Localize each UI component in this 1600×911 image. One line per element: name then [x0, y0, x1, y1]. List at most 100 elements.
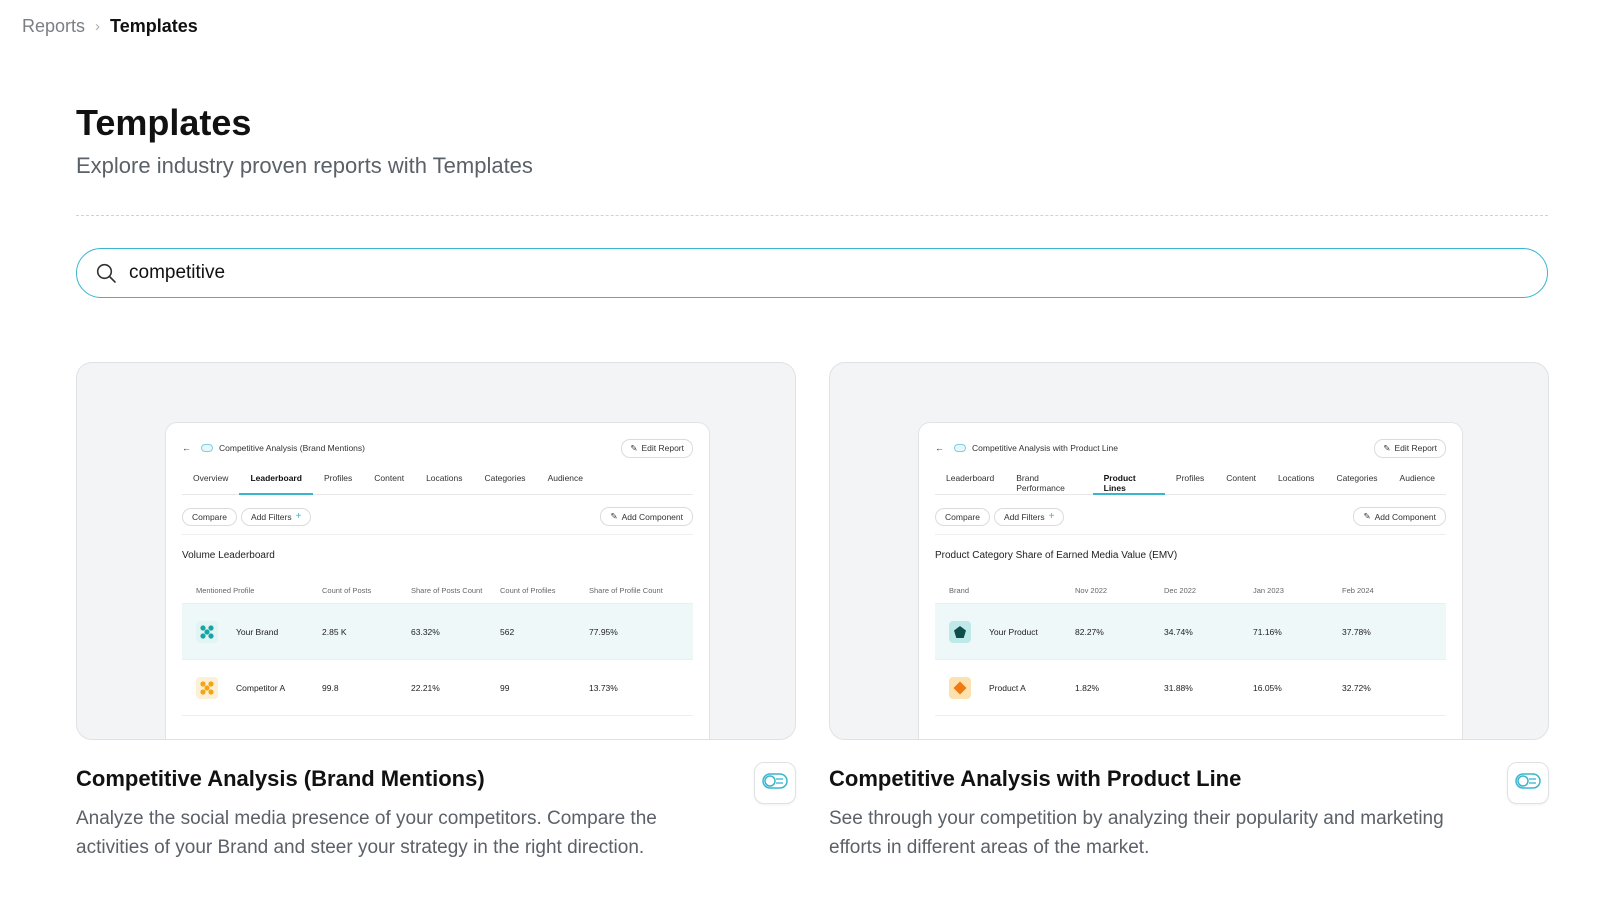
column-header: Mentioned Profile — [196, 586, 255, 595]
pencil-icon: ✎ — [610, 511, 618, 521]
preview-tab[interactable]: Content — [363, 469, 415, 495]
preview-tab[interactable]: Brand Performance — [1005, 469, 1092, 495]
preview-tab[interactable]: Profiles — [1165, 469, 1215, 495]
preview-tab[interactable]: Locations — [1267, 469, 1325, 495]
preview-tab[interactable]: Overview — [182, 469, 239, 495]
column-header: Share of Profile Count — [589, 586, 663, 595]
add-filters-label: Add Filters — [1003, 511, 1045, 522]
breadcrumb-current: Templates — [110, 16, 198, 36]
template-description: Analyze the social media presence of you… — [76, 808, 657, 858]
edit-report-label: Edit Report — [1394, 443, 1437, 453]
toggle-button[interactable] — [754, 762, 796, 804]
column-header: Nov 2022 — [1075, 586, 1108, 595]
preview-tab[interactable]: Profiles — [313, 469, 363, 495]
table-cell: 32.72% — [1342, 682, 1371, 693]
pencil-icon: ✎ — [630, 442, 638, 453]
table-cell: 562 — [500, 626, 515, 637]
template-card-footer: Competitive Analysis with Product Line S… — [829, 760, 1549, 870]
preview-tab[interactable]: Content — [1215, 469, 1267, 495]
add-filters-button[interactable]: Add Filters + — [240, 507, 312, 526]
template-card-product-line: ← Competitive Analysis with Product Line ✎… — [829, 362, 1549, 870]
row-name: Competitor A — [236, 682, 286, 693]
add-component-button[interactable]: ✎ Add Component — [1353, 507, 1446, 526]
compare-button[interactable]: Compare — [935, 507, 990, 526]
row-name: Product A — [989, 682, 1026, 693]
template-card-footer: Competitive Analysis (Brand Mentions) An… — [76, 760, 796, 870]
row-name-cell: Your Product — [949, 620, 1075, 643]
template-title[interactable]: Competitive Analysis (Brand Mentions) — [76, 760, 796, 792]
row-name-cell: Product A — [949, 676, 1075, 699]
row-name: Your Brand — [236, 626, 279, 637]
add-component-button[interactable]: ✎ Add Component — [600, 507, 693, 526]
table-row: Competitor A 99.8 22.21% 99 13.73% — [182, 660, 693, 716]
column-header: Jan 2023 — [1253, 586, 1284, 595]
table-cell: 37.78% — [1342, 626, 1371, 637]
table-cell: 31.88% — [1164, 682, 1193, 693]
preview-tab[interactable]: Audience — [537, 469, 594, 495]
add-component-label: Add Component — [621, 511, 683, 522]
search-icon — [95, 262, 117, 284]
table-cell: 99 — [500, 682, 510, 693]
brand-logo-icon — [949, 620, 971, 643]
preview-tabs: Overview Leaderboard Profiles Content Locati… — [182, 469, 693, 495]
compare-button[interactable]: Compare — [182, 507, 237, 526]
template-title[interactable]: Competitive Analysis with Product Line — [829, 760, 1549, 792]
preview-table: Brand Nov 2022 Dec 2022 Jan 2023 Feb 2024 You… — [935, 578, 1446, 739]
preview-tab[interactable]: Categories — [473, 469, 536, 495]
breadcrumb-reports-link[interactable]: Reports — [22, 16, 85, 37]
column-header: Count of Posts — [322, 586, 372, 595]
toggle-icon — [201, 444, 213, 452]
section-divider — [76, 215, 1548, 216]
preview-filter-bar: Compare Add Filters + ✎ Add Component — [935, 507, 1446, 526]
column-header: Feb 2024 — [1342, 586, 1374, 595]
template-description: See through your competition by analyzin… — [829, 808, 1444, 858]
table-cell: 16.05% — [1253, 682, 1282, 693]
toggle-icon — [762, 772, 788, 794]
add-component-label: Add Component — [1374, 511, 1436, 522]
preview-filter-bar: Compare Add Filters + ✎ Add Component — [182, 507, 693, 526]
back-arrow-icon: ← — [182, 443, 191, 453]
report-preview-window: ← Competitive Analysis with Product Line ✎… — [918, 422, 1463, 739]
template-card-brand-mentions: ← Competitive Analysis (Brand Mentions) ✎ E… — [76, 362, 796, 870]
edit-report-button[interactable]: ✎ Edit Report — [621, 438, 693, 458]
add-filters-label: Add Filters — [250, 511, 292, 522]
preview-header: ← Competitive Analysis with Product Line ✎… — [935, 438, 1446, 458]
pencil-icon: ✎ — [1363, 511, 1371, 521]
page-title: Templates — [76, 102, 252, 143]
table-cell: 71.16% — [1253, 626, 1282, 637]
report-preview-window: ← Competitive Analysis (Brand Mentions) ✎ E… — [165, 422, 710, 739]
row-name-cell: Competitor A — [196, 676, 322, 699]
column-header: Share of Posts Count — [411, 586, 483, 595]
row-name: Your Product — [989, 626, 1038, 637]
preview-tab[interactable]: Leaderboard — [239, 469, 313, 495]
edit-report-button[interactable]: ✎ Edit Report — [1374, 438, 1446, 458]
table-header-row: Brand Nov 2022 Dec 2022 Jan 2023 Feb 2024 — [935, 578, 1446, 604]
column-header: Dec 2022 — [1164, 586, 1197, 595]
table-cell: 82.27% — [1075, 626, 1104, 637]
template-preview[interactable]: ← Competitive Analysis with Product Line ✎… — [829, 362, 1549, 740]
add-filters-button[interactable]: Add Filters + — [993, 507, 1065, 526]
brand-logo-icon — [949, 676, 971, 699]
row-name-cell: Your Brand — [196, 620, 322, 643]
table-row — [935, 716, 1446, 739]
table-row — [182, 716, 693, 739]
preview-tab[interactable]: Audience — [1389, 469, 1446, 495]
plus-icon: + — [295, 510, 302, 522]
toggle-icon — [954, 444, 966, 452]
back-arrow-icon: ← — [935, 443, 944, 453]
table-row: Your Product 82.27% 34.74% 71.16% 37.78% — [935, 604, 1446, 660]
brand-logo-icon — [196, 676, 218, 699]
preview-tab[interactable]: Product Lines — [1092, 469, 1165, 495]
preview-section-title: Volume Leaderboard — [182, 550, 275, 561]
search-input[interactable] — [129, 262, 1509, 284]
preview-tab[interactable]: Leaderboard — [935, 469, 1005, 495]
table-header-row: Mentioned Profile Count of Posts Share of … — [182, 578, 693, 604]
search-bar[interactable] — [76, 248, 1548, 298]
preview-tab[interactable]: Locations — [415, 469, 473, 495]
column-header: Count of Profiles — [500, 586, 556, 595]
template-preview[interactable]: ← Competitive Analysis (Brand Mentions) ✎ E… — [76, 362, 796, 740]
preview-table: Mentioned Profile Count of Posts Share of … — [182, 578, 693, 739]
preview-tab[interactable]: Categories — [1325, 469, 1388, 495]
preview-divider — [182, 534, 693, 535]
toggle-button[interactable] — [1507, 762, 1549, 804]
